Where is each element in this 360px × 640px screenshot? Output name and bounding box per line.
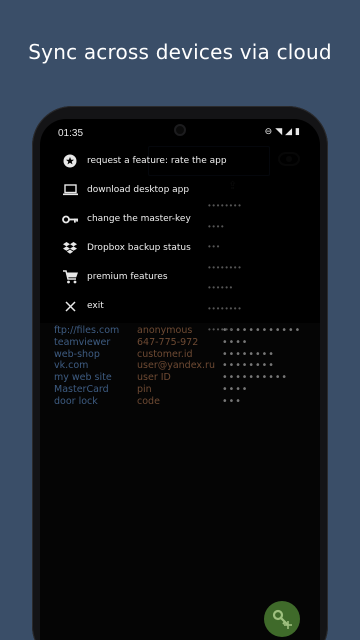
table-row[interactable]: door lock code •••: [54, 396, 316, 408]
entry-name: MasterCard: [54, 383, 109, 395]
menu-item-change-master-key[interactable]: change the master-key: [40, 207, 240, 231]
entry-login: user@yandex.ru: [137, 360, 215, 372]
menu-item-download-desktop[interactable]: download desktop app: [40, 178, 240, 202]
menu-item-request-feature[interactable]: request a feature: rate the app: [40, 149, 240, 173]
entry-name: my web site: [54, 372, 112, 384]
star-badge-icon: [59, 150, 81, 172]
headline: Sync across devices via cloud: [28, 40, 332, 64]
menu-item-label: change the master-key: [87, 214, 191, 224]
wifi-icon: ◥: [275, 126, 283, 136]
entry-name: ftp://files.com: [54, 325, 120, 336]
close-icon: [59, 295, 81, 317]
cart-icon: [59, 266, 81, 288]
entry-list: ftp://files.com anonymous •••••••••••• t…: [54, 325, 316, 408]
entry-name: door lock: [54, 395, 98, 407]
table-row[interactable]: my web site user ID ••••••••••: [54, 372, 316, 384]
dnd-icon: ⊖: [264, 126, 273, 136]
menu-item-exit[interactable]: exit: [40, 294, 240, 318]
status-icons: ⊖ ◥ ◢ ▮: [265, 126, 300, 137]
menu-item-label: exit: [87, 301, 104, 311]
status-time: 01:35: [58, 128, 84, 139]
laptop-icon: [59, 179, 81, 201]
battery-icon: ▮: [295, 126, 300, 136]
signal-icon: ◢: [285, 126, 293, 136]
entry-login: code: [137, 395, 160, 407]
entry-password: ••••••••••: [222, 372, 289, 384]
table-row[interactable]: teamviewer 647-775-972 ••••: [54, 337, 316, 349]
table-row[interactable]: web-shop customer.id ••••••••: [54, 349, 316, 361]
add-key-button[interactable]: [264, 601, 300, 637]
entry-name: teamviewer: [54, 336, 111, 348]
key-icon: [59, 208, 81, 230]
entry-name: web-shop: [54, 348, 100, 360]
entry-login: user ID: [137, 372, 171, 384]
menu-item-label: Dropbox backup status: [87, 243, 191, 253]
entry-login: 647-775-972: [137, 336, 199, 348]
menu-item-dropbox-status[interactable]: Dropbox backup status: [40, 236, 240, 260]
entry-login: pin: [137, 383, 152, 395]
table-row[interactable]: ftp://files.com anonymous ••••••••••••: [54, 325, 316, 337]
menu-item-premium-features[interactable]: premium features: [40, 265, 240, 289]
entry-password: ••••: [222, 383, 249, 395]
phone-screen: 01:35 ⊖ ◥ ◢ ▮ ⇪ ftp://files.com anonymou…: [40, 119, 320, 640]
entry-password: ••••••••: [222, 348, 275, 360]
menu-item-label: download desktop app: [87, 185, 190, 195]
menu-item-label: premium features: [87, 272, 168, 282]
camera-notch: [174, 124, 186, 136]
entry-password: •••: [222, 395, 242, 407]
key-add-icon: [272, 609, 292, 629]
entry-name: vk.com: [54, 360, 89, 372]
table-row[interactable]: MasterCard pin ••••: [54, 384, 316, 396]
entry-password: ••••••••: [222, 360, 275, 372]
navigation-drawer: •••••••• •••• ••• •••••••• •••••• •••••••• •••…: [40, 145, 320, 334]
table-row[interactable]: vk.com user@yandex.ru ••••••••: [54, 360, 316, 372]
entry-login: anonymous: [137, 325, 193, 336]
menu-item-label: request a feature: rate the app: [87, 156, 227, 166]
dropbox-icon: [59, 237, 81, 259]
entry-login: customer.id: [137, 348, 193, 360]
